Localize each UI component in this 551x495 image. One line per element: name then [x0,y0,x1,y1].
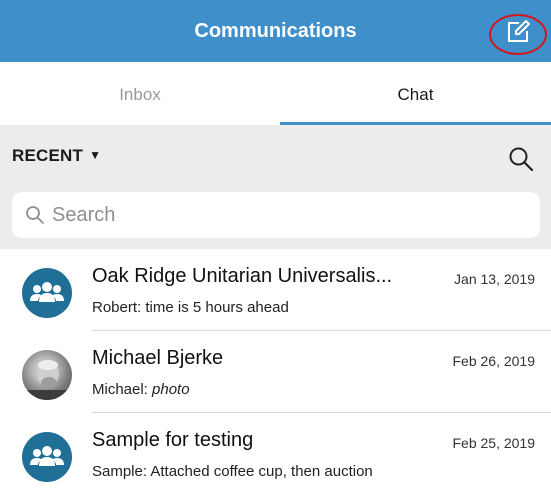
preview-sender: Sample: [92,463,148,480]
recent-filter-dropdown[interactable]: RECENT ▼ [12,146,101,168]
chevron-down-icon: ▼ [89,148,102,162]
page-title: Communications [194,20,357,42]
preview-text: Attached coffee cup, then auction [150,463,373,480]
list-item[interactable]: Oak Ridge Unitarian Universalis... Jan 1… [0,249,551,331]
search-button[interactable] [507,145,535,173]
search-icon [26,206,44,224]
conversation-preview: Michael: photo [92,381,190,398]
conversation-preview: Robert: time is 5 hours ahead [92,299,289,316]
group-icon [30,446,64,466]
conversation-date: Feb 25, 2019 [452,435,535,451]
user-photo-avatar [22,350,72,400]
list-item[interactable]: Sample for testing Feb 25, 2019 Sample: … [0,413,551,495]
tab-bar: Inbox Chat [0,62,551,125]
preview-text: photo [152,381,190,398]
group-avatar [22,268,72,318]
tab-inbox[interactable]: Inbox [0,62,280,125]
conversation-title: Sample for testing [92,429,254,451]
header-bar: Communications [0,0,551,62]
conversation-date: Jan 13, 2019 [454,271,535,287]
tab-chat[interactable]: Chat [280,62,551,125]
preview-sender: Michael: [92,381,148,398]
conversation-date: Feb 26, 2019 [452,353,535,369]
search-input[interactable]: Search [12,192,540,238]
conversation-preview: Sample: Attached coffee cup, then auctio… [92,463,373,480]
highlight-annotation [489,14,547,55]
group-icon [30,282,64,302]
conversation-title: Oak Ridge Unitarian Universalis... [92,265,393,287]
user-photo [22,360,72,400]
list-item[interactable]: Michael Bjerke Feb 26, 2019 Michael: pho… [0,331,551,413]
conversation-title: Michael Bjerke [92,347,224,369]
search-placeholder: Search [52,204,116,226]
preview-sender: Robert: [92,299,142,316]
search-icon [509,147,534,172]
recent-filter-label: RECENT [12,146,84,165]
preview-text: time is 5 hours ahead [145,299,289,316]
group-avatar [22,432,72,482]
